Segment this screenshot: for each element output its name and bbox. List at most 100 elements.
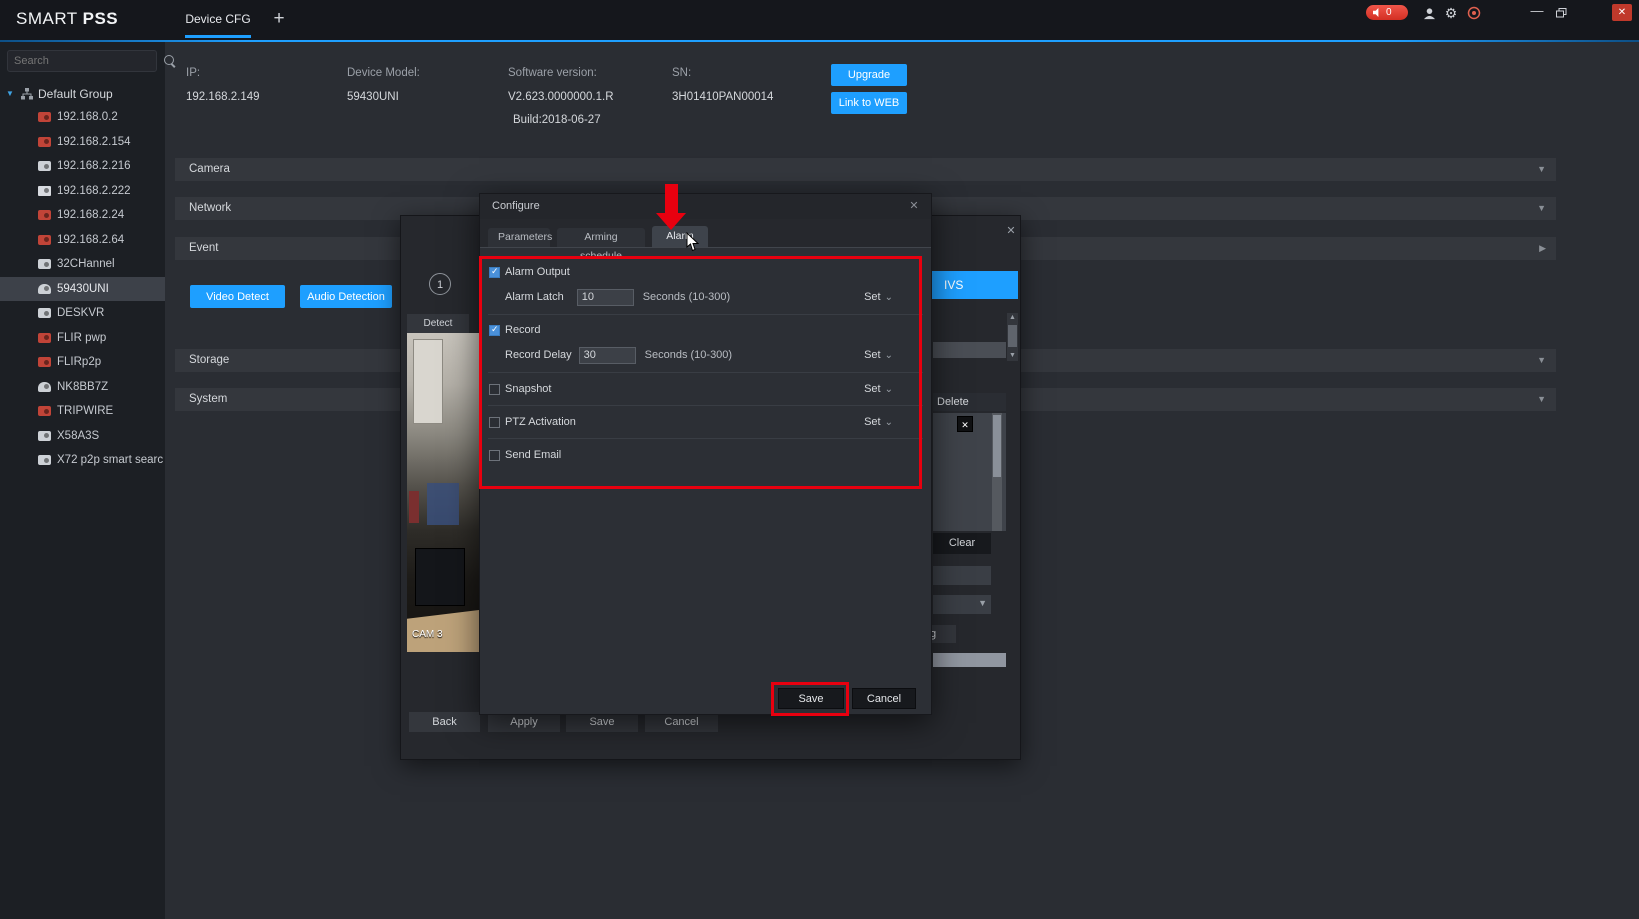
- list-scrollbar[interactable]: [992, 413, 1002, 531]
- close-icon[interactable]: ✕: [1004, 224, 1018, 238]
- camera-device-icon: [38, 357, 51, 367]
- apply-button[interactable]: Apply: [488, 712, 560, 732]
- send-email-label: Send Email: [505, 449, 561, 461]
- alarm-latch-label: Alarm Latch: [505, 291, 564, 303]
- titlebar-accent-line: [0, 40, 1639, 42]
- chevron-down-icon[interactable]: ▼: [1537, 349, 1546, 372]
- tab-active-underline: [185, 35, 251, 38]
- device-label: 192.168.2.222: [57, 185, 131, 197]
- software-version-label: Software version:: [508, 67, 597, 79]
- sidebar-item-device[interactable]: TRIPWIRE: [0, 399, 165, 424]
- nvr-device-icon: [38, 431, 51, 441]
- clear-button[interactable]: Clear: [933, 533, 991, 554]
- record-checkbox[interactable]: [489, 325, 500, 336]
- section-camera[interactable]: Camera ▼: [175, 158, 1556, 181]
- snapshot-checkbox[interactable]: [489, 384, 500, 395]
- send-email-checkbox[interactable]: [489, 450, 500, 461]
- search-box[interactable]: [7, 50, 157, 72]
- cancel-button[interactable]: Cancel: [852, 688, 916, 709]
- alarm-output-label: Alarm Output: [505, 266, 570, 278]
- sidebar-item-device[interactable]: X72 p2p smart searc: [0, 448, 165, 473]
- tab-arming-schedule[interactable]: Arming schedule: [557, 228, 645, 247]
- sidebar-item-device[interactable]: 192.168.0.2: [0, 105, 165, 130]
- chevron-down-icon[interactable]: ▼: [1537, 158, 1546, 181]
- record-delay-input[interactable]: [579, 347, 636, 364]
- restore-button[interactable]: [1552, 6, 1570, 20]
- scrollbar-thumb[interactable]: [993, 415, 1001, 477]
- chevron-down-icon[interactable]: ▼: [1537, 388, 1546, 411]
- section-label: Network: [189, 202, 231, 214]
- nvr-device-icon: [38, 259, 51, 269]
- audio-detection-button[interactable]: Audio Detection: [300, 285, 392, 308]
- link-to-web-button[interactable]: Link to WEB: [831, 92, 907, 114]
- sidebar-item-device[interactable]: 192.168.2.216: [0, 154, 165, 179]
- add-tab-button[interactable]: +: [268, 8, 290, 30]
- tree-expand-icon[interactable]: ▼: [6, 89, 16, 98]
- control-fragment: [933, 342, 1006, 358]
- divider: [488, 314, 923, 315]
- alarm-latch-input[interactable]: [577, 289, 634, 306]
- dropdown-fragment[interactable]: ▼: [933, 595, 991, 614]
- search-input[interactable]: [8, 55, 162, 67]
- upgrade-button[interactable]: Upgrade: [831, 64, 907, 86]
- software-version-value: V2.623.0000000.1.R: [508, 91, 614, 103]
- chevron-right-icon[interactable]: ▶: [1539, 237, 1546, 260]
- close-icon[interactable]: ✕: [907, 199, 921, 213]
- save-button-detect[interactable]: Save: [566, 712, 638, 732]
- tab-detect-region[interactable]: Detect Region: [407, 314, 469, 333]
- sidebar-item-device[interactable]: NK8BB7Z: [0, 375, 165, 400]
- preview-door: [413, 339, 443, 424]
- sidebar-item-device[interactable]: 192.168.2.222: [0, 179, 165, 204]
- smart-pss-window: SMART PSS Device CFG + 0 ⚙ — ✕ 14:18:40: [0, 0, 1639, 919]
- tab-parameters[interactable]: Parameters: [488, 228, 550, 247]
- delete-label[interactable]: Delete: [933, 393, 1006, 411]
- titlebar: SMART PSS Device CFG + 0 ⚙ — ✕: [0, 0, 1639, 40]
- tab-device-cfg[interactable]: Device CFG: [178, 0, 258, 40]
- video-detect-button[interactable]: Video Detect: [190, 285, 285, 308]
- annotation-arrow: [665, 184, 678, 214]
- set-label: Set: [864, 383, 881, 395]
- scrollbar[interactable]: ▲ ▼: [1007, 313, 1018, 361]
- tree-group-default[interactable]: ▼ Default Group: [0, 82, 165, 105]
- user-icon[interactable]: [1421, 5, 1437, 21]
- input-fragment[interactable]: [933, 566, 991, 585]
- sidebar-item-device[interactable]: DESKVR: [0, 301, 165, 326]
- section-label: Storage: [189, 354, 229, 366]
- alarm-output-set-dropdown[interactable]: Set ⌄: [864, 291, 893, 303]
- gear-icon[interactable]: ⚙: [1443, 5, 1459, 21]
- chevron-down-icon: ⌄: [885, 292, 893, 303]
- close-button[interactable]: ✕: [1612, 4, 1632, 21]
- save-button[interactable]: Save: [778, 688, 844, 709]
- sidebar-item-device[interactable]: 192.168.2.64: [0, 228, 165, 253]
- sidebar-item-device[interactable]: FLIRp2p: [0, 350, 165, 375]
- ptz-set-dropdown[interactable]: Set ⌄: [864, 416, 893, 428]
- chevron-down-icon[interactable]: ▼: [1537, 197, 1546, 220]
- sidebar-item-device[interactable]: FLIR pwp: [0, 326, 165, 351]
- alarm-badge[interactable]: 0: [1366, 5, 1408, 20]
- alarm-output-checkbox[interactable]: [489, 267, 500, 278]
- camera-preview[interactable]: CAM 3: [407, 333, 480, 652]
- sidebar-item-device[interactable]: X58A3S: [0, 424, 165, 449]
- model-label: Device Model:: [347, 67, 420, 79]
- remove-item-icon[interactable]: ✕: [957, 416, 973, 432]
- minimize-button[interactable]: —: [1528, 6, 1546, 20]
- camera-device-icon: [38, 333, 51, 343]
- record-delay-label: Record Delay: [505, 349, 572, 361]
- nvr-device-icon: [38, 455, 51, 465]
- snapshot-set-dropdown[interactable]: Set ⌄: [864, 383, 893, 395]
- cancel-button-detect[interactable]: Cancel: [645, 712, 718, 732]
- sidebar-item-device[interactable]: 192.168.2.154: [0, 130, 165, 155]
- slider-fragment[interactable]: [933, 653, 1006, 667]
- scroll-up-icon[interactable]: ▲: [1007, 313, 1018, 323]
- scroll-down-icon[interactable]: ▼: [1007, 351, 1018, 361]
- region-list: ✕: [933, 413, 1006, 531]
- ptz-checkbox[interactable]: [489, 417, 500, 428]
- dome-camera-icon: [38, 382, 51, 392]
- record-set-dropdown[interactable]: Set ⌄: [864, 349, 893, 361]
- sidebar-item-device[interactable]: 32CHannel: [0, 252, 165, 277]
- sidebar-item-device-selected[interactable]: 59430UNI: [0, 277, 165, 302]
- back-button[interactable]: Back: [409, 712, 480, 732]
- sidebar-item-device[interactable]: 192.168.2.24: [0, 203, 165, 228]
- network-status-icon[interactable]: [1466, 5, 1482, 21]
- scrollbar-thumb[interactable]: [1008, 325, 1017, 347]
